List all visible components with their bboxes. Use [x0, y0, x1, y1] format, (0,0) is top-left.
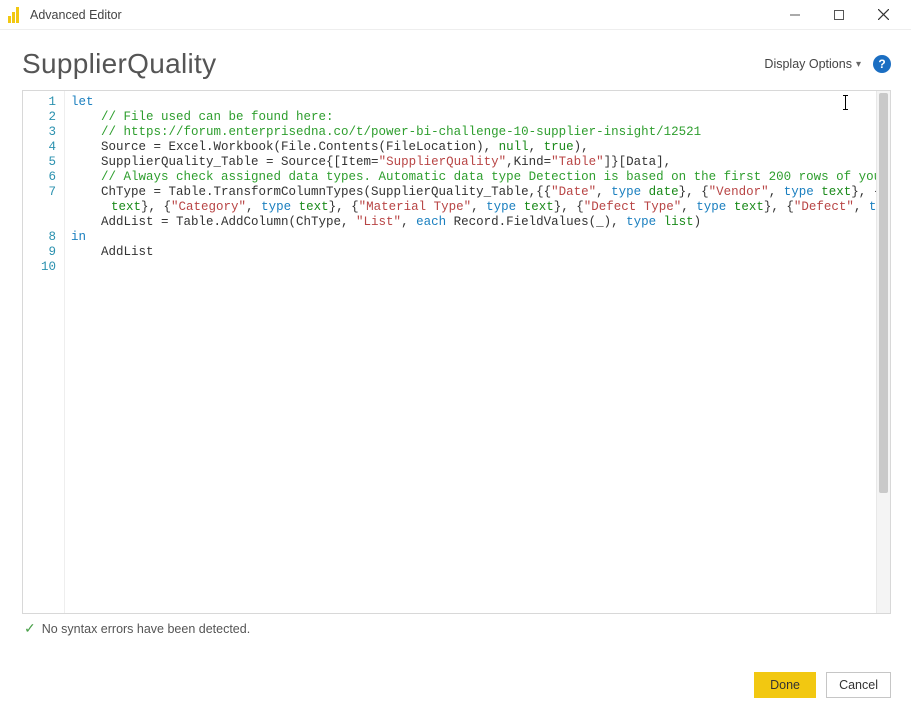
- scrollbar-thumb[interactable]: [879, 93, 888, 493]
- code-editor[interactable]: 1 2 3 4 5 6 7 8 9 10 let // File used ca…: [22, 90, 891, 614]
- status-message: No syntax errors have been detected.: [42, 622, 250, 636]
- code-area[interactable]: let // File used can be found here: // h…: [65, 91, 876, 613]
- window-title: Advanced Editor: [30, 8, 122, 22]
- close-button[interactable]: [861, 1, 905, 29]
- title-bar: Advanced Editor: [0, 0, 911, 30]
- display-options-label: Display Options: [764, 57, 852, 71]
- chevron-down-icon: ▾: [856, 59, 861, 70]
- vertical-scrollbar[interactable]: [876, 91, 890, 613]
- status-bar: ✓ No syntax errors have been detected.: [0, 614, 911, 637]
- query-name: SupplierQuality: [22, 48, 216, 80]
- line-number-gutter: 1 2 3 4 5 6 7 8 9 10: [23, 91, 65, 613]
- header: SupplierQuality Display Options ▾ ?: [0, 30, 911, 90]
- powerbi-icon: [8, 7, 22, 23]
- help-icon[interactable]: ?: [873, 55, 891, 73]
- done-button[interactable]: Done: [754, 672, 816, 698]
- minimize-button[interactable]: [773, 1, 817, 29]
- window-controls: [773, 1, 905, 29]
- maximize-button[interactable]: [817, 1, 861, 29]
- text-cursor-icon: [845, 95, 846, 110]
- display-options-dropdown[interactable]: Display Options ▾: [764, 57, 861, 71]
- cancel-button[interactable]: Cancel: [826, 672, 891, 698]
- check-icon: ✓: [24, 620, 36, 637]
- footer: Done Cancel: [754, 672, 891, 698]
